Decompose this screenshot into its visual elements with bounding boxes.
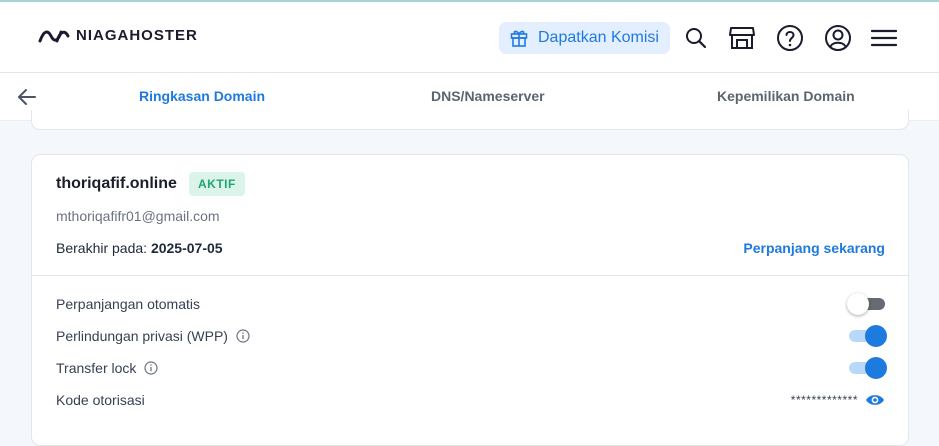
- auth-code-value: *************: [790, 393, 858, 407]
- status-badge: AKTIF: [189, 172, 245, 196]
- logo[interactable]: NIAGAHOSTER: [38, 27, 198, 44]
- back-button[interactable]: [15, 85, 39, 109]
- auth-code-label: Kode otorisasi: [56, 392, 145, 408]
- account-icon: [825, 25, 851, 51]
- auth-code-row: Kode otorisasi: [56, 392, 145, 408]
- tab-kepemilikan-domain[interactable]: Kepemilikan Domain: [717, 88, 855, 104]
- top-header: NIAGAHOSTER Dapatkan Komisi: [0, 2, 939, 73]
- eye-icon: [866, 395, 884, 405]
- help-icon: [777, 25, 803, 51]
- gift-icon: [510, 30, 528, 47]
- menu-icon: [871, 29, 897, 47]
- transfer-lock-row: Transfer lock: [56, 360, 158, 376]
- search-button[interactable]: [680, 22, 712, 54]
- account-button[interactable]: [822, 22, 854, 54]
- menu-button[interactable]: [868, 22, 900, 54]
- privacy-label: Perlindungan privasi (WPP): [56, 328, 228, 344]
- info-icon[interactable]: [236, 329, 250, 343]
- transfer-lock-toggle[interactable]: [847, 357, 887, 379]
- privacy-toggle[interactable]: [847, 325, 887, 347]
- expiry-info: Berakhir pada: 2025-07-05: [56, 240, 223, 256]
- privacy-row: Perlindungan privasi (WPP): [56, 328, 250, 344]
- toggle-knob: [865, 325, 887, 347]
- domain-name: thoriqafif.online: [56, 175, 177, 192]
- toggle-knob: [847, 293, 869, 315]
- card-divider: [32, 275, 908, 276]
- tab-dns-nameserver[interactable]: DNS/Nameserver: [431, 88, 545, 104]
- dapatkan-komisi-button[interactable]: Dapatkan Komisi: [499, 22, 670, 54]
- registrant-email: mthoriqafifr01@gmail.com: [56, 208, 220, 224]
- search-icon: [686, 28, 707, 49]
- niagahoster-logo-icon: [38, 30, 70, 42]
- transfer-lock-label: Transfer lock: [56, 360, 137, 376]
- auto-renew-row: Perpanjangan otomatis: [56, 296, 200, 312]
- renew-now-link[interactable]: Perpanjang sekarang: [743, 240, 885, 256]
- tab-ringkasan-domain[interactable]: Ringkasan Domain: [139, 88, 265, 104]
- expiry-label: Berakhir pada:: [56, 240, 148, 256]
- store-icon: [729, 27, 755, 49]
- auto-renew-label: Perpanjangan otomatis: [56, 296, 200, 312]
- show-auth-code-button[interactable]: [865, 392, 885, 408]
- store-button[interactable]: [726, 22, 758, 54]
- domain-summary-card: thoriqafif.online AKTIF mthoriqafifr01@g…: [31, 154, 909, 446]
- previous-card-edge: [31, 110, 909, 130]
- help-button[interactable]: [774, 22, 806, 54]
- toggle-knob: [865, 357, 887, 379]
- dapatkan-komisi-label: Dapatkan Komisi: [538, 29, 659, 46]
- auto-renew-toggle[interactable]: [847, 293, 887, 315]
- info-icon[interactable]: [144, 361, 158, 375]
- arrow-left-icon: [18, 89, 36, 105]
- logo-text: NIAGAHOSTER: [76, 27, 198, 44]
- expiry-date: 2025-07-05: [150, 240, 223, 256]
